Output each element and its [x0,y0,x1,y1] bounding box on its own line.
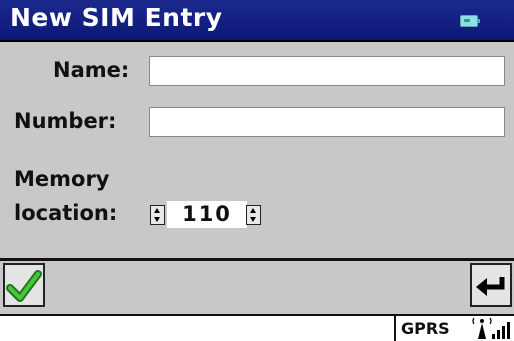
number-label: Number: [14,109,117,133]
number-field[interactable] [149,107,505,137]
location-label: location: [14,201,118,225]
ok-button[interactable] [3,263,45,307]
network-type: GPRS [401,319,450,338]
command-bar [0,261,514,314]
status-divider [394,316,396,341]
status-bar: GPRS [0,314,514,341]
sim-entry-screen: New SIM Entry Name: Number: Memory locat… [0,0,514,341]
back-arrow-icon [476,277,505,296]
signal-strength-icon [472,317,510,339]
checkmark-icon [6,270,42,302]
title-bar: New SIM Entry [0,0,514,42]
memory-location-value[interactable]: 110 [167,201,247,228]
decrement-arrows-icon[interactable] [150,205,165,225]
name-label: Name: [53,58,130,82]
name-field[interactable] [149,56,505,86]
memory-label: Memory [14,167,110,191]
back-button[interactable] [470,263,512,307]
window-title: New SIM Entry [10,3,223,32]
battery-icon [460,15,480,27]
increment-arrows-icon[interactable] [246,205,261,225]
